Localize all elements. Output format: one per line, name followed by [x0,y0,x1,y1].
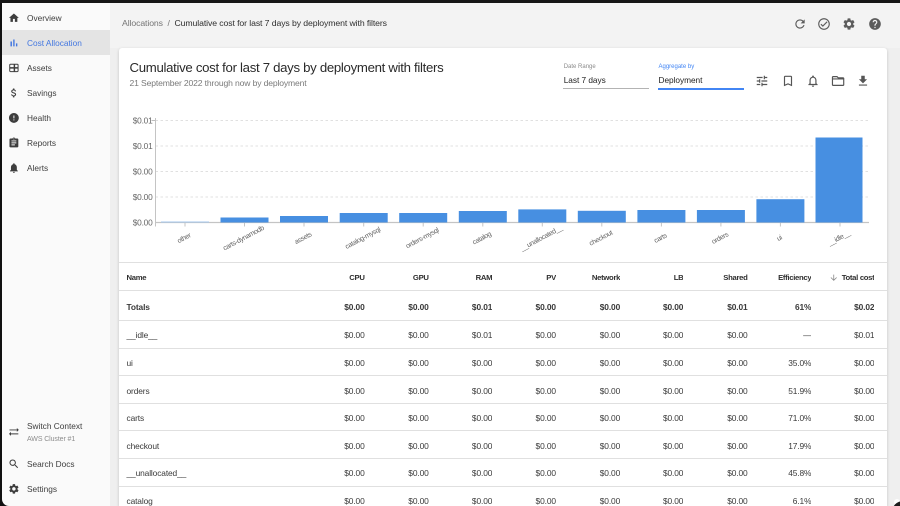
svg-text:catalog-mysql: catalog-mysql [344,226,382,251]
svg-text:$0.00: $0.00 [133,218,153,228]
svg-text:$0.01: $0.01 [133,116,153,126]
svg-text:carts: carts [653,232,669,245]
svg-text:orders: orders [711,231,731,246]
svg-text:orders-mysql: orders-mysql [405,227,441,251]
svg-text:__unallocated__: __unallocated__ [519,225,564,254]
svg-text:$0.01: $0.01 [133,141,153,151]
svg-text:catalog: catalog [472,231,493,247]
svg-text:checkout: checkout [588,229,614,247]
svg-text:ui: ui [776,234,784,243]
svg-text:__idle__: __idle__ [826,230,851,248]
svg-text:$0.00: $0.00 [133,167,153,177]
svg-text:carts-dynamodb: carts-dynamodb [222,225,266,253]
svg-text:$0.00: $0.00 [133,192,153,202]
svg-text:other: other [176,232,193,245]
svg-text:assets: assets [294,231,314,246]
